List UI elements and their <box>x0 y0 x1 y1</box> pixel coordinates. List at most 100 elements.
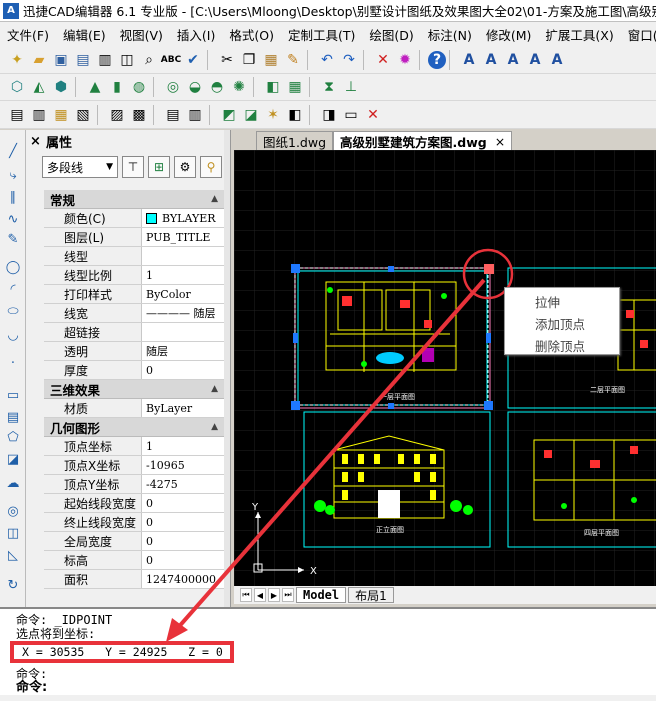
menu-dimension[interactable]: 标注(N) <box>421 25 479 44</box>
rectangle-icon[interactable]: ▭ <box>3 386 23 404</box>
cone-icon[interactable]: ▲ <box>84 76 106 98</box>
property-value[interactable]: -10965 <box>142 456 224 474</box>
property-row[interactable]: 顶点坐标 1 <box>44 437 224 456</box>
block-icon[interactable]: ◫ <box>3 524 23 542</box>
property-value[interactable]: 0 <box>142 532 224 550</box>
multiline-text-icon[interactable]: A <box>502 49 524 71</box>
layer-off-icon[interactable]: ▩ <box>128 104 150 126</box>
line-icon[interactable]: ╱ <box>3 142 23 160</box>
hatch-icon[interactable]: ▤ <box>3 408 23 426</box>
layer-unlock-icon[interactable]: ◪ <box>240 104 262 126</box>
tab-close-icon[interactable]: × <box>495 134 505 149</box>
grip-bottom-right[interactable] <box>484 401 493 410</box>
section-icon[interactable]: ⧗ <box>318 76 340 98</box>
property-value[interactable]: PUB_TITLE <box>142 228 224 246</box>
layer-lock-icon[interactable]: ◩ <box>218 104 240 126</box>
property-row[interactable]: 标高 0 <box>44 551 224 570</box>
property-value[interactable]: 0 <box>142 361 224 379</box>
layer-change-icon[interactable]: ◧ <box>284 104 306 126</box>
tab-layout1[interactable]: 布局1 <box>348 587 394 603</box>
cylinder-icon[interactable]: ▮ <box>106 76 128 98</box>
match-properties-icon[interactable]: ✎ <box>282 49 304 71</box>
redo-icon[interactable]: ↷ <box>338 49 360 71</box>
layer-isolate-icon[interactable]: ▦ <box>50 104 72 126</box>
donut-icon[interactable]: ◎ <box>3 502 23 520</box>
torus-icon[interactable]: ◎ <box>162 76 184 98</box>
property-row[interactable]: 厚度 0 <box>44 361 224 380</box>
property-value[interactable] <box>142 323 224 341</box>
prev-tab-icon[interactable]: ◀ <box>254 588 266 602</box>
property-value[interactable]: -4275 <box>142 475 224 493</box>
menu-modify[interactable]: 修改(M) <box>479 25 539 44</box>
grip-top-left[interactable] <box>291 264 300 273</box>
point-icon[interactable]: · <box>3 354 23 372</box>
multiline-icon[interactable]: ∥ <box>3 188 23 206</box>
polyline-icon[interactable]: ⤷ <box>3 166 23 184</box>
property-row[interactable]: 图层(L) PUB_TITLE <box>44 228 224 247</box>
help-icon[interactable]: ? <box>428 50 446 69</box>
layer-match-icon[interactable]: ✶ <box>262 104 284 126</box>
entity-type-select[interactable]: 多段线 ▼ <box>42 156 118 178</box>
arc-icon[interactable]: ◜ <box>3 280 23 298</box>
command-input[interactable]: 命令: <box>16 676 47 695</box>
property-row[interactable]: 线型比例 1 <box>44 266 224 285</box>
grip-bottom-left[interactable] <box>291 401 300 410</box>
property-section[interactable]: 几何图形 ▲ <box>44 418 224 437</box>
layer-state-icon[interactable]: ▥ <box>28 104 50 126</box>
menu-draw[interactable]: 绘图(D) <box>362 25 420 44</box>
property-row[interactable]: 颜色(C) BYLAYER <box>44 209 224 228</box>
next-tab-icon[interactable]: ▶ <box>268 588 280 602</box>
spell-check-icon[interactable]: ABC <box>160 49 182 71</box>
property-row[interactable]: 线型 <box>44 247 224 266</box>
property-row[interactable]: 顶点Y坐标 -4275 <box>44 475 224 494</box>
layer-merge-icon[interactable]: ◨ <box>318 104 340 126</box>
property-value[interactable]: ———— 随层 <box>142 304 224 322</box>
mesh-icon[interactable]: ✺ <box>228 76 250 98</box>
property-row[interactable]: 材质 ByLayer <box>44 399 224 418</box>
text-icon[interactable]: A <box>480 49 502 71</box>
revolve-icon[interactable]: ▦ <box>284 76 306 98</box>
layer-manager-icon[interactable]: ▤ <box>6 104 28 126</box>
layer-on-icon[interactable]: ▨ <box>106 104 128 126</box>
property-value[interactable] <box>142 247 224 265</box>
paste-icon[interactable]: ▦ <box>260 49 282 71</box>
filter-icon[interactable]: ⚲ <box>200 156 222 178</box>
tab-drawing1[interactable]: 图纸1.dwg <box>256 131 334 150</box>
property-value[interactable]: ByColor <box>142 285 224 303</box>
drawing-canvas[interactable]: 一层平面图 二层平面图 正立面图 四层平面图 Y X <box>234 150 656 586</box>
purge-icon[interactable]: ✹ <box>394 49 416 71</box>
new-file-icon[interactable]: ✦ <box>6 49 28 71</box>
collapse-icon[interactable]: ▲ <box>211 384 218 394</box>
sketch-icon[interactable]: ✎ <box>3 230 23 248</box>
menu-view[interactable]: 视图(V) <box>113 25 170 44</box>
sphere-icon[interactable]: ◍ <box>128 76 150 98</box>
property-value[interactable]: 0 <box>142 551 224 569</box>
last-tab-icon[interactable]: ⏭ <box>282 588 294 602</box>
box-icon[interactable]: ⬢ <box>50 76 72 98</box>
dish-icon[interactable]: ◓ <box>206 76 228 98</box>
text-scale-icon[interactable]: A <box>546 49 568 71</box>
spline-icon[interactable]: ∿ <box>3 210 23 228</box>
text-style-icon[interactable]: A <box>458 49 480 71</box>
property-section[interactable]: 三维效果 ▲ <box>44 380 224 399</box>
grip-top-right-active[interactable] <box>484 264 494 274</box>
menu-custom-tools[interactable]: 定制工具(T) <box>281 25 362 44</box>
toggle-pickadd-icon[interactable]: ⊤ <box>122 156 144 178</box>
wipeout-icon[interactable]: ◺ <box>3 546 23 564</box>
panel-close-icon[interactable]: × <box>30 134 42 149</box>
menu-format[interactable]: 格式(O) <box>222 25 281 44</box>
copy-icon[interactable]: ❐ <box>238 49 260 71</box>
tab-villa-plan[interactable]: 高级别墅建筑方案图.dwg × <box>333 131 513 150</box>
menu-insert[interactable]: 插入(I) <box>170 25 222 44</box>
text-edit-icon[interactable]: A <box>524 49 546 71</box>
menu-item-remove-vertex[interactable]: 删除顶点 <box>535 336 585 355</box>
property-value[interactable]: ByLayer <box>142 399 224 417</box>
property-row[interactable]: 顶点X坐标 -10965 <box>44 456 224 475</box>
pyramid-icon[interactable]: ◭ <box>28 76 50 98</box>
wedge-icon[interactable]: ◒ <box>184 76 206 98</box>
property-value[interactable]: BYLAYER <box>142 209 224 227</box>
cloud-icon[interactable]: ☁ <box>3 474 23 492</box>
property-value[interactable]: 0 <box>142 494 224 512</box>
quick-select-icon[interactable]: ⚙ <box>174 156 196 178</box>
layer-close-icon[interactable]: ✕ <box>362 104 384 126</box>
